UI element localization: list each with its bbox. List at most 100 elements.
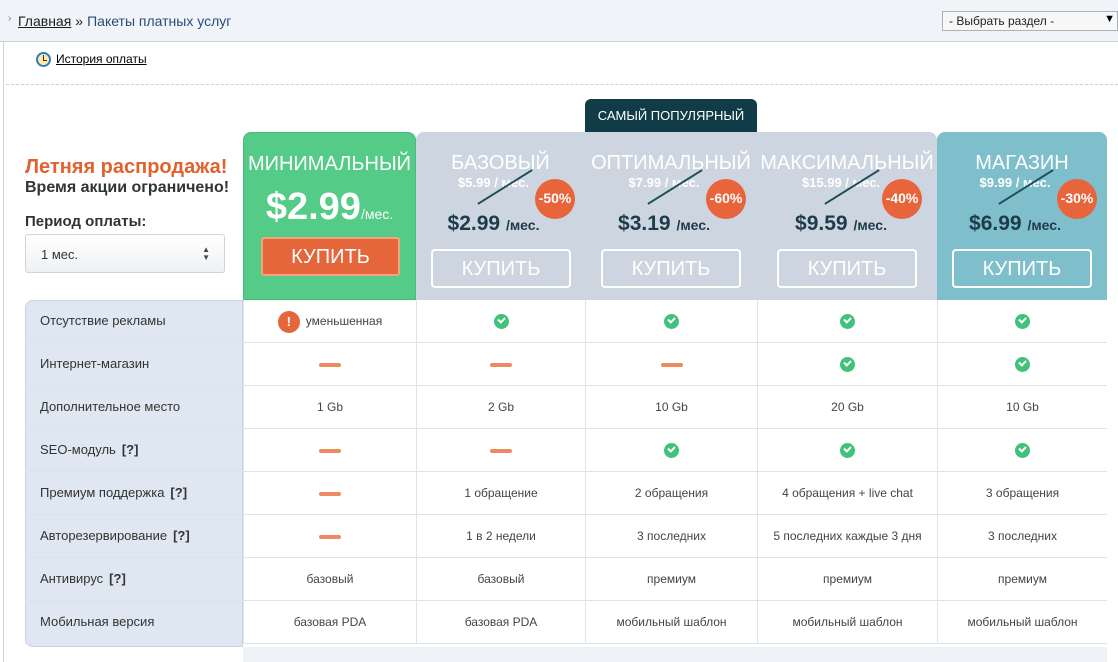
top-bar: › Главная» Пакеты платных услуг - Выбрать… <box>0 0 1118 42</box>
feature-cell: базовая PDA <box>243 601 416 643</box>
feature-label-text: SEO-модуль <box>40 442 116 457</box>
section-select[interactable]: - Выбрать раздел - ▼ <box>942 11 1118 31</box>
discount-badge: -60% <box>706 179 746 219</box>
feature-cell: премиум <box>937 558 1107 600</box>
feature-cell: мобильный шаблон <box>757 601 937 643</box>
help-link[interactable]: [?] <box>173 528 190 543</box>
feature-table: Отсутствие рекламы! уменьшенная Интернет-м… <box>25 300 1107 647</box>
plan-minimal: МИНИМАЛЬНЫЙ $2.99/мес. КУПИТЬ <box>243 132 416 300</box>
updown-arrows-icon: ▲ ▼ <box>202 245 210 262</box>
feature-cell: 2 Gb <box>416 386 585 428</box>
dash-icon <box>319 491 341 496</box>
feature-cell <box>416 429 585 471</box>
plan-name: МАКСИМАЛЬНЫЙ <box>760 152 934 174</box>
feature-value: 1 в 2 недели <box>466 529 536 543</box>
feature-label: Дополнительное место <box>40 386 180 428</box>
check-icon <box>664 443 679 459</box>
feature-cell: 2 обращения <box>585 472 757 514</box>
dash-icon <box>660 362 683 367</box>
feature-value: базовая PDA <box>464 615 538 629</box>
feature-label: Авторезервирование [?] <box>40 515 190 557</box>
buy-button-shop[interactable]: КУПИТЬ <box>952 249 1092 288</box>
feature-label: Мобильная версия <box>40 601 154 643</box>
feature-cell <box>757 300 937 342</box>
check-icon <box>840 357 855 373</box>
check-icon <box>1015 314 1030 330</box>
plan-price: $2.99/мес. <box>265 186 394 228</box>
help-link[interactable]: [?] <box>109 571 126 586</box>
feature-cell <box>585 300 757 342</box>
feature-cell <box>416 300 585 342</box>
feature-cell <box>243 429 416 471</box>
period-select[interactable]: 1 мес. ▲ ▼ <box>25 234 225 273</box>
plan-maximal: МАКСИМАЛЬНЫЙ $15.99 / мес. $9.59 /мес. -… <box>757 132 937 300</box>
feature-value: премиум <box>998 572 1047 586</box>
feature-value: 1 обращение <box>464 486 538 500</box>
feature-cell: 4 обращения + live chat <box>757 472 937 514</box>
dash-icon <box>490 448 512 453</box>
feature-cell <box>757 343 937 385</box>
plan-name: МИНИМАЛЬНЫЙ <box>247 153 412 175</box>
feature-value: 2 Gb <box>487 400 514 414</box>
plan-name: БАЗОВЫЙ <box>451 152 550 174</box>
feature-cell <box>757 429 937 471</box>
feature-cell <box>585 343 757 385</box>
feature-value: 5 последних каждые 3 дня <box>773 529 922 543</box>
breadcrumb-current: Пакеты платных услуг <box>87 13 232 29</box>
buy-button-maximal[interactable]: КУПИТЬ <box>777 249 917 288</box>
feature-label: SEO-модуль [?] <box>40 429 138 471</box>
feature-cell: 1 в 2 недели <box>416 515 585 557</box>
buy-button-minimal[interactable]: КУПИТЬ <box>261 237 400 276</box>
discount-badge: -50% <box>535 179 575 219</box>
feature-cell: базовый <box>243 558 416 600</box>
expand-caret-icon[interactable]: › <box>8 13 11 24</box>
feature-cell <box>243 343 416 385</box>
feature-label-text: Отсутствие рекламы <box>40 313 166 328</box>
help-link[interactable]: [?] <box>170 485 187 500</box>
feature-cell <box>585 429 757 471</box>
feature-label: Антивирус [?] <box>40 558 126 600</box>
feature-cell: 1 обращение <box>416 472 585 514</box>
feature-value: мобильный шаблон <box>792 615 903 629</box>
table-row: Антивирус [?] базовый базовый премиум премиум… <box>25 558 1107 601</box>
table-row: Интернет-магазин <box>25 343 1107 386</box>
buy-button-optimal[interactable]: КУПИТЬ <box>601 249 741 288</box>
feature-value: базовый <box>477 572 525 586</box>
dash-icon <box>490 362 512 367</box>
clock-icon <box>36 52 51 67</box>
payment-history-link[interactable]: История оплаты <box>56 52 147 66</box>
sale-title: Летняя распродажа! <box>25 156 228 178</box>
table-footer <box>243 647 1107 662</box>
table-row: Дополнительное место 1 Gb 2 Gb 10 Gb 20 Gb 10… <box>25 386 1107 429</box>
feature-value: 2 обращения <box>634 486 709 500</box>
check-icon <box>840 314 855 330</box>
feature-cell: 10 Gb <box>937 386 1107 428</box>
feature-label-text: Дополнительное место <box>40 399 181 414</box>
most-popular-label: САМЫЙ ПОПУЛЯРНЫЙ <box>585 99 757 132</box>
feature-value: премиум <box>823 572 872 586</box>
check-icon <box>664 314 679 330</box>
feature-cell: 10 Gb <box>585 386 757 428</box>
feature-label: Премиум поддержка [?] <box>40 472 187 514</box>
plan-basic: БАЗОВЫЙ $5.99 / мес. $2.99 /мес. -50% КУ… <box>416 132 585 300</box>
discount-badge: -40% <box>882 179 922 219</box>
help-link[interactable]: [?] <box>122 442 139 457</box>
period-select-value: 1 мес. <box>41 247 79 262</box>
feature-cell: мобильный шаблон <box>585 601 757 643</box>
table-row: Авторезервирование [?] 1 в 2 недели 3 после… <box>25 515 1107 558</box>
feature-cell: премиум <box>585 558 757 600</box>
feature-value: премиум <box>647 572 696 586</box>
feature-cell <box>937 300 1107 342</box>
section-select-value: - Выбрать раздел - <box>949 14 1055 28</box>
feature-label: Интернет-магазин <box>40 343 149 385</box>
feature-label-text: Антивирус <box>40 571 104 586</box>
divider <box>6 84 1118 85</box>
breadcrumb-home-link[interactable]: Главная <box>18 13 71 29</box>
feature-value: 1 Gb <box>316 400 343 414</box>
buy-button-basic[interactable]: КУПИТЬ <box>431 249 571 288</box>
check-icon <box>493 314 509 330</box>
table-row: Мобильная версия базовая PDA базовая PDA мо… <box>25 601 1107 644</box>
dash-icon <box>319 448 341 453</box>
warning-icon: ! <box>277 310 300 333</box>
breadcrumb-separator: » <box>75 13 84 29</box>
